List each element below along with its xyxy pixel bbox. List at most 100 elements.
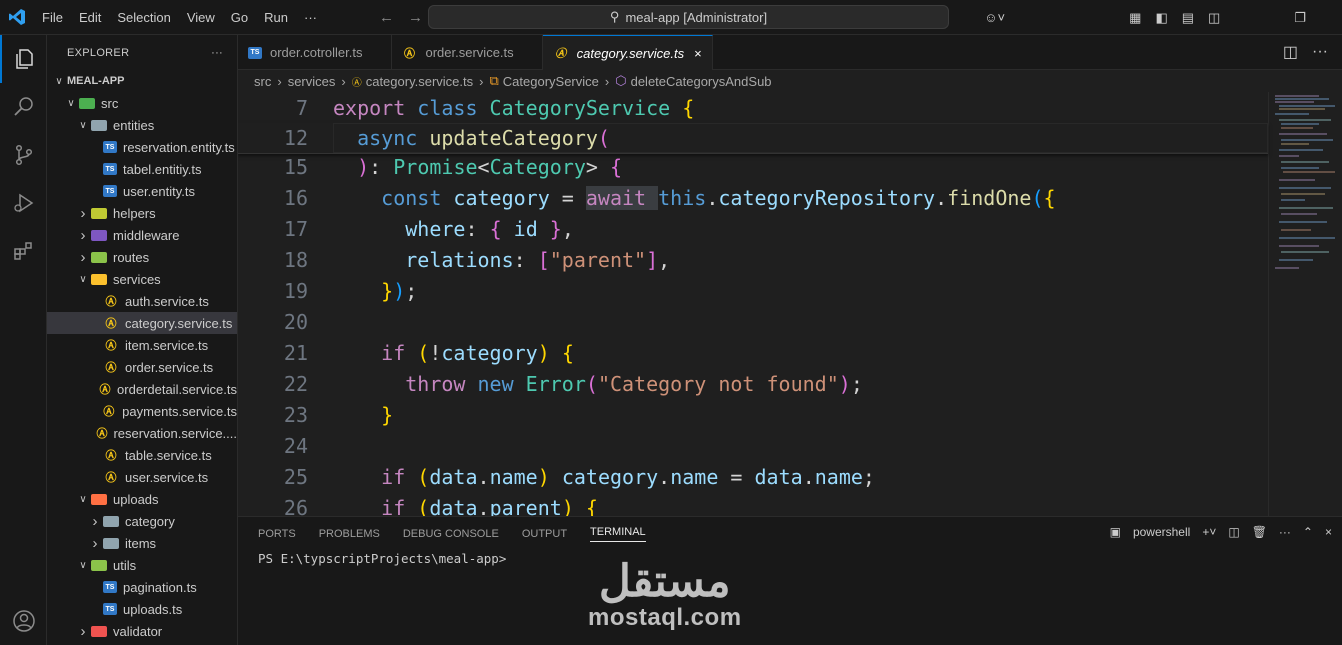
split-terminal-icon[interactable]: ◫	[1228, 525, 1239, 539]
code-line: 17 where: { id },	[238, 213, 1268, 244]
split-editor-icon[interactable]: ◫	[1283, 42, 1298, 62]
watermark-arabic: مستقل	[598, 557, 731, 606]
copilot-icon[interactable]: ☺˅	[984, 10, 1005, 25]
breadcrumb-item[interactable]: deleteCategorysAndSub	[631, 74, 772, 89]
menu-item[interactable]: Go	[223, 10, 256, 25]
code-token: new	[477, 371, 526, 396]
file-item[interactable]: Ⓐuser.service.ts	[47, 466, 237, 488]
more-icon[interactable]: ···	[1279, 525, 1291, 539]
menu-item[interactable]: Edit	[71, 10, 109, 25]
file-item[interactable]: TS user.entity.ts	[47, 180, 237, 202]
folder-item[interactable]: ∨ services	[47, 268, 237, 290]
explorer-more-icon[interactable]: ···	[211, 47, 223, 59]
file-item[interactable]: TS tabel.entitiy.ts	[47, 158, 237, 180]
file-item[interactable]: Ⓐorder.service.ts	[47, 356, 237, 378]
chevron-down-icon: ∨	[79, 493, 87, 505]
editor-tab[interactable]: Ⓐcategory.service.ts ×	[542, 35, 713, 70]
folder-item[interactable]: ∨ uploads	[47, 488, 237, 510]
folder-item[interactable]: › helpers	[47, 202, 237, 224]
code-token: updateCategory	[429, 126, 598, 150]
folder-item[interactable]: › middleware	[47, 224, 237, 246]
tree-item-label: auth.service.ts	[125, 293, 209, 309]
minimap[interactable]	[1268, 92, 1342, 516]
toggle-secondary-sidebar-icon[interactable]: ◫	[1208, 10, 1220, 26]
panel-tab[interactable]: TERMINAL	[590, 526, 646, 542]
file-item[interactable]: Ⓐauth.service.ts	[47, 290, 237, 312]
folder-item[interactable]: ∨ entities	[47, 114, 237, 136]
file-item[interactable]: TS reservation.entity.ts	[47, 136, 237, 158]
tree-item-label: pagination.ts	[123, 579, 197, 595]
explorer-icon[interactable]	[0, 35, 47, 83]
search-view-icon[interactable]	[0, 83, 47, 131]
line-number: 21	[283, 340, 308, 365]
folder-shape	[91, 559, 107, 571]
code-line: 22 throw new Error("Category not found")…	[238, 368, 1268, 399]
line-number: 12	[283, 126, 308, 150]
more-actions-icon[interactable]: ···	[1312, 43, 1328, 61]
breadcrumb-item[interactable]: src	[254, 74, 271, 89]
run-debug-icon[interactable]	[0, 179, 47, 227]
folder-item[interactable]: ∨ utils	[47, 554, 237, 576]
folder-item[interactable]: › category	[47, 510, 237, 532]
kill-terminal-icon[interactable]: 🗑	[1252, 525, 1267, 539]
breadcrumb-item[interactable]: services	[288, 74, 336, 89]
code-token: categoryRepository	[718, 185, 936, 210]
code-token: (	[417, 340, 430, 365]
new-terminal-icon[interactable]: +˅	[1202, 525, 1216, 539]
menu-item[interactable]: File	[34, 10, 71, 25]
menu-item[interactable]: Selection	[109, 10, 178, 25]
class-symbol-icon: ⧉	[489, 73, 499, 88]
menu-item[interactable]: View	[179, 10, 223, 25]
menu-item[interactable]: ···	[296, 10, 325, 25]
folder-item[interactable]: › validator	[47, 620, 237, 642]
file-item[interactable]: Ⓐcategory.service.ts	[47, 312, 237, 334]
angular-file-icon: Ⓐ	[105, 318, 117, 330]
account-icon[interactable]	[0, 597, 47, 645]
back-arrow-icon[interactable]: ←	[379, 9, 394, 26]
breadcrumb-item[interactable]: category.service.ts	[366, 74, 473, 89]
folder-icon	[103, 536, 119, 550]
toggle-panel-icon[interactable]: ▤	[1182, 10, 1194, 26]
file-item[interactable]: Ⓐtable.service.ts	[47, 444, 237, 466]
file-item[interactable]: TS uploads.ts	[47, 598, 237, 620]
editor-tab[interactable]: Ⓐorder.service.ts	[392, 35, 543, 70]
terminal-shell-name[interactable]: powershell	[1133, 525, 1190, 539]
breadcrumb-item[interactable]: CategoryService	[503, 74, 599, 89]
code-editor[interactable]: 7 export class CategoryService {12 async …	[238, 92, 1342, 516]
close-panel-icon[interactable]: ×	[1325, 525, 1332, 539]
tree-item-label: category.service.ts	[125, 315, 233, 331]
panel-tab[interactable]: OUTPUT	[522, 528, 567, 540]
close-tab-icon[interactable]: ×	[694, 46, 702, 61]
folder-item[interactable]: › items	[47, 532, 237, 554]
command-center-search[interactable]: ⚲ meal-app [Administrator]	[428, 5, 949, 29]
source-control-icon[interactable]	[0, 131, 47, 179]
folder-item[interactable]: ∨ src	[47, 92, 237, 114]
file-item[interactable]: Ⓐitem.service.ts	[47, 334, 237, 356]
restore-window-icon[interactable]: ❐	[1294, 10, 1306, 26]
workspace-root[interactable]: ∨ MEAL-APP	[47, 70, 237, 92]
tree-item-label: helpers	[113, 205, 156, 221]
toggle-sidebar-icon[interactable]: ◧	[1155, 10, 1167, 26]
code-token: name	[489, 464, 538, 489]
file-item[interactable]: Ⓐorderdetail.service.ts	[47, 378, 237, 400]
layout-customize-icon[interactable]: ▦	[1129, 10, 1141, 26]
file-item[interactable]: TS pagination.ts	[47, 576, 237, 598]
folder-item[interactable]: › routes	[47, 246, 237, 268]
menu-item[interactable]: Run	[256, 10, 296, 25]
editor-tab[interactable]: TS order.cotroller.ts	[238, 35, 392, 70]
panel-tab[interactable]: PORTS	[258, 528, 296, 540]
file-item[interactable]: Ⓐpayments.service.ts	[47, 400, 237, 422]
extensions-icon[interactable]	[0, 227, 47, 275]
file-item[interactable]: Ⓐreservation.service....	[47, 422, 237, 444]
forward-arrow-icon[interactable]: →	[408, 9, 423, 26]
code-token: export	[333, 95, 418, 120]
panel-tab[interactable]: DEBUG CONSOLE	[403, 528, 499, 540]
maximize-panel-icon[interactable]: ⌃	[1303, 525, 1313, 539]
angular-file-icon: Ⓐ	[96, 428, 108, 440]
code-token: {	[682, 95, 695, 120]
terminal[interactable]: PS E:\typscriptProjects\meal-app>	[238, 551, 1342, 566]
panel-tab[interactable]: PROBLEMS	[319, 528, 380, 540]
code-token: }	[381, 402, 394, 427]
line-number: 19	[283, 278, 308, 303]
code-token: async	[357, 126, 430, 150]
